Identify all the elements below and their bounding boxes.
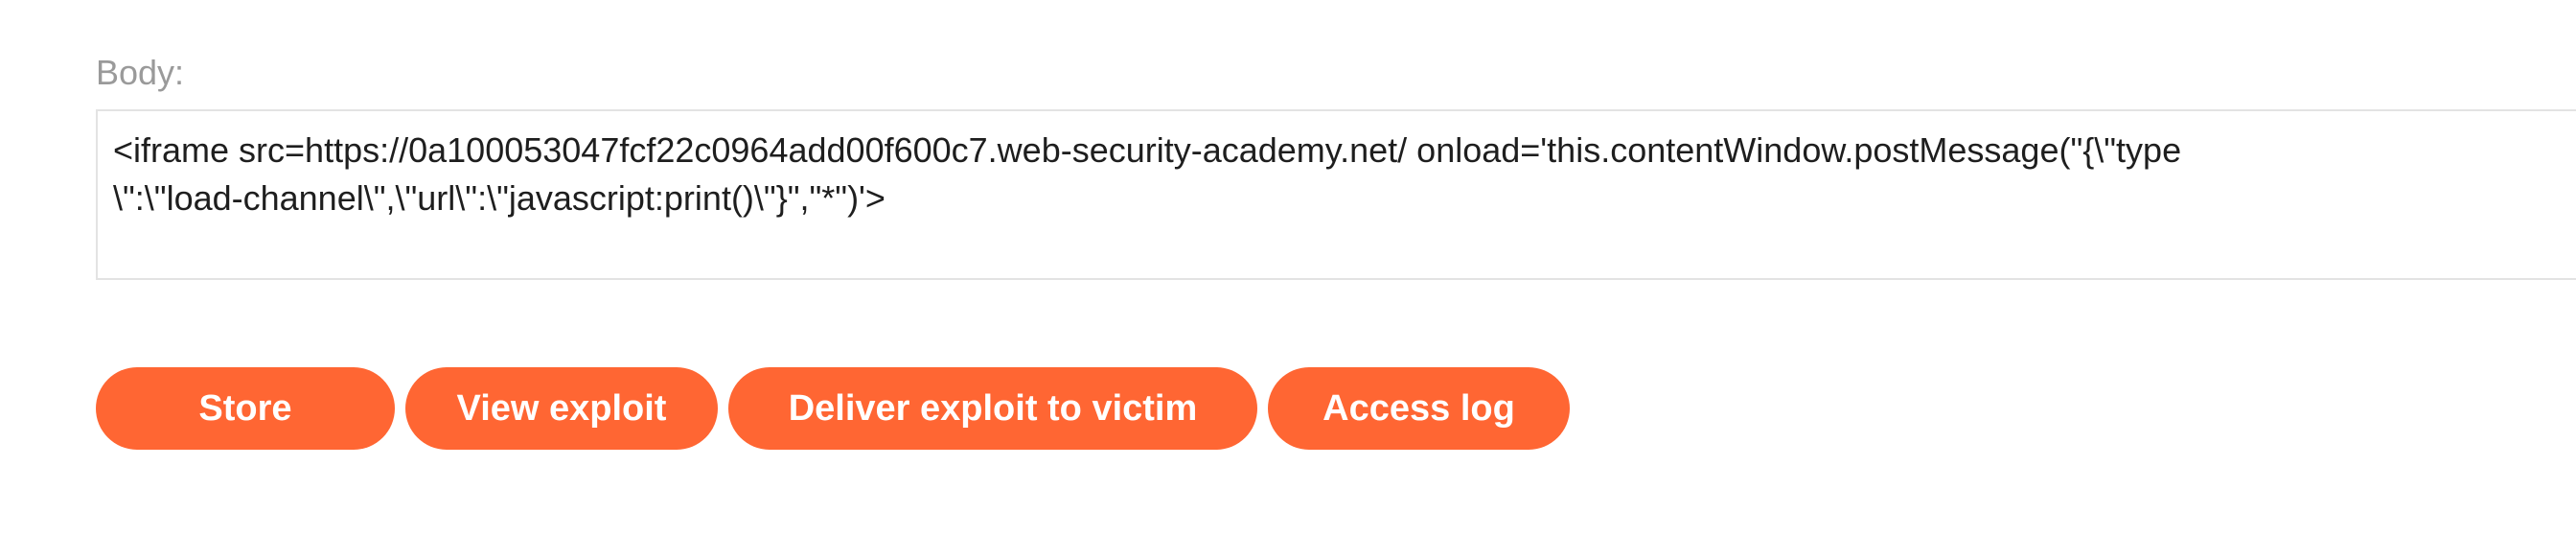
body-line-1: <iframe src=https://0a100053047fcf22c096… bbox=[113, 130, 2182, 170]
view-exploit-button[interactable]: View exploit bbox=[405, 367, 718, 450]
body-line-2: \":\"load-channel\",\"url\":\"javascript… bbox=[113, 178, 886, 218]
deliver-exploit-button[interactable]: Deliver exploit to victim bbox=[728, 367, 1257, 450]
exploit-form: Body: <iframe src=https://0a100053047fcf… bbox=[96, 50, 2576, 280]
body-textarea[interactable]: <iframe src=https://0a100053047fcf22c096… bbox=[96, 109, 2576, 280]
body-label: Body: bbox=[96, 53, 185, 92]
action-buttons: Store View exploit Deliver exploit to vi… bbox=[96, 367, 1570, 450]
access-log-button[interactable]: Access log bbox=[1268, 367, 1570, 450]
store-button[interactable]: Store bbox=[96, 367, 395, 450]
